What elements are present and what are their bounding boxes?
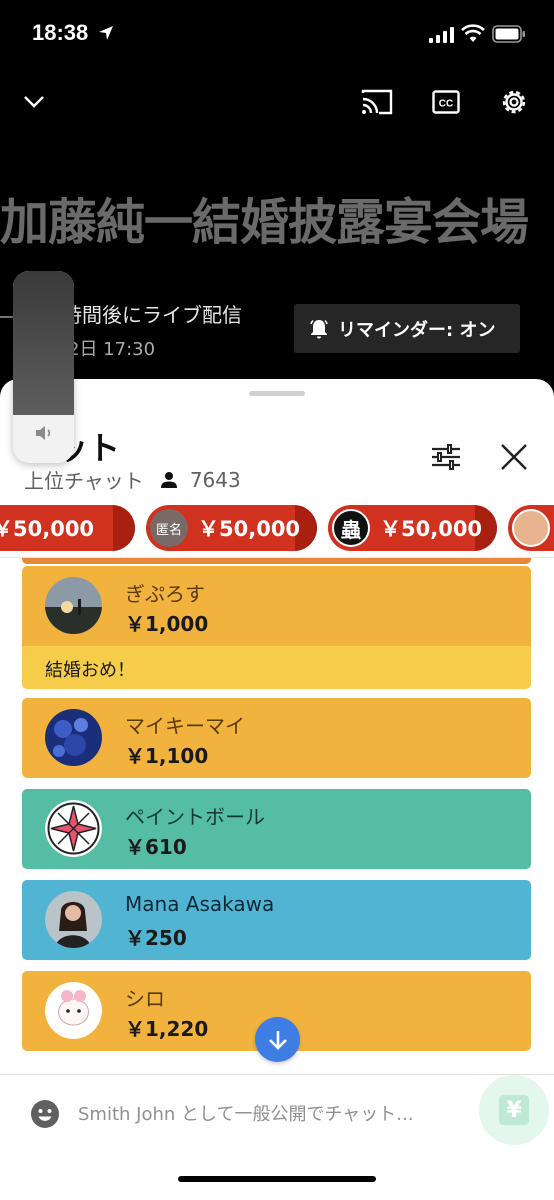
avatar: 匿名 <box>150 509 188 547</box>
location-arrow-icon <box>99 26 113 40</box>
reminder-button[interactable]: リマインダー: オン <box>294 304 520 353</box>
scroll-to-bottom-button[interactable] <box>255 1017 300 1062</box>
super-chat-amount: ￥610 <box>125 835 187 859</box>
super-chat-card[interactable]: ぎぷろす ￥1,000 結婚おめ！ <box>22 566 531 689</box>
super-chat-amount: ￥250 <box>125 926 187 950</box>
drag-handle[interactable] <box>249 391 305 396</box>
super-chat-amount: ￥1,220 <box>125 1017 209 1041</box>
volume-hud[interactable] <box>13 271 74 463</box>
author-name: ペイントボール <box>125 805 265 829</box>
ticker-chip[interactable]: 蟲 ￥50,000 <box>328 505 497 551</box>
video-controls: CC <box>0 80 554 130</box>
super-chat-amount: ￥1,100 <box>125 744 209 768</box>
avatar <box>512 509 550 547</box>
live-schedule-text: 時間後にライブ配信 <box>62 303 242 327</box>
chat-mode-label: 上位チャット <box>24 469 144 493</box>
avatar <box>45 577 102 634</box>
video-title: 加藤純一結婚披露宴会場 <box>0 194 529 251</box>
volume-level-fill <box>13 271 74 415</box>
avatar <box>45 982 102 1039</box>
ticker-chip[interactable]: 匿名 ￥50,000 <box>146 505 317 551</box>
status-time: 18:38 <box>32 20 89 45</box>
chat-mode-selector[interactable]: 上位チャット 7643 <box>24 465 241 494</box>
ticker-amount: ￥50,000 <box>0 517 95 541</box>
yen-icon: ¥ <box>499 1095 529 1125</box>
super-chat-button[interactable]: ¥ <box>479 1075 549 1145</box>
ticker-chip[interactable]: ￥50,000 <box>0 505 135 551</box>
close-icon[interactable] <box>496 439 532 475</box>
avatar <box>45 891 102 948</box>
live-chat-panel: ャット 上位チャット 7643 ￥50,000 匿名 ￥50,000 蟲 ￥50… <box>0 379 554 1200</box>
cast-icon[interactable] <box>357 80 397 124</box>
chevron-down-icon[interactable] <box>14 80 54 124</box>
super-chat-ticker: ￥50,000 匿名 ￥50,000 蟲 ￥50,000 <box>0 505 554 557</box>
reminder-label: リマインダー: オン <box>338 319 496 341</box>
super-chat-card[interactable]: Mana Asakawa ￥250 <box>22 880 531 960</box>
ticker-amount: ￥50,000 <box>198 517 301 541</box>
super-chat-card[interactable]: ペイントボール ￥610 <box>22 789 531 869</box>
ticker-chip[interactable] <box>508 505 554 551</box>
arrow-down-icon <box>268 1030 287 1050</box>
chat-message-list[interactable]: ぎぷろす ￥1,000 結婚おめ！ マイキーマイ ￥1,100 ペイントボール … <box>0 557 554 1074</box>
avatar <box>45 800 102 857</box>
super-chat-card <box>22 558 531 564</box>
svg-text:CC: CC <box>439 99 453 110</box>
message-text: 結婚おめ！ <box>22 646 531 689</box>
cellular-signal-icon <box>429 27 454 43</box>
chat-input-bar: ¥ <box>0 1074 554 1200</box>
viewer-count: 7643 <box>189 467 241 492</box>
emoji-icon[interactable] <box>30 1099 60 1129</box>
super-chat-card[interactable]: マイキーマイ ￥1,100 <box>22 698 531 778</box>
super-chat-amount: ￥1,000 <box>125 612 209 636</box>
author-name: シロ <box>125 987 165 1011</box>
cc-icon[interactable]: CC <box>426 80 466 124</box>
avatar <box>45 709 102 766</box>
chat-input[interactable] <box>78 1095 458 1133</box>
bell-icon <box>310 319 328 338</box>
battery-icon <box>492 25 525 43</box>
avatar: 蟲 <box>332 509 370 547</box>
filter-icon[interactable] <box>428 439 464 475</box>
speaker-icon <box>36 426 51 440</box>
home-indicator <box>178 1176 376 1182</box>
ticker-amount: ￥50,000 <box>380 517 483 541</box>
status-bar: 18:38 <box>0 0 554 70</box>
author-name: マイキーマイ <box>125 714 245 738</box>
person-icon <box>160 471 177 488</box>
wifi-icon <box>461 24 485 42</box>
live-schedule-date: 2日 17:30 <box>68 339 156 360</box>
author-name: Mana Asakawa <box>125 892 275 916</box>
gear-icon[interactable] <box>494 80 534 124</box>
author-name: ぎぷろす <box>125 582 205 606</box>
